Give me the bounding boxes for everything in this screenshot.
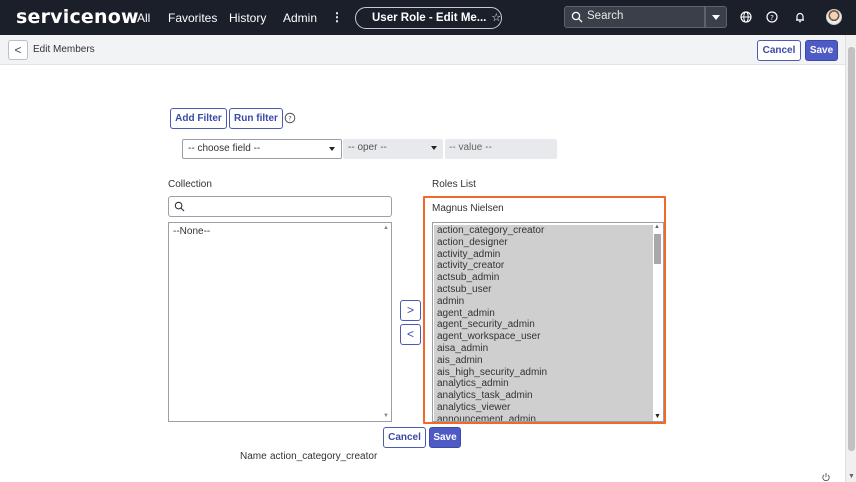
page-scrollbar[interactable]: ▼	[845, 35, 856, 482]
page-title: Edit Members	[33, 44, 95, 55]
run-filter-button[interactable]: Run filter	[229, 108, 283, 129]
choose-field-select[interactable]: -- choose field --	[182, 139, 342, 159]
star-icon[interactable]: ☆	[491, 12, 501, 24]
search-placeholder: Search	[587, 10, 624, 22]
save-button[interactable]: Save	[429, 427, 461, 448]
name-value: action_category_creator	[270, 451, 378, 462]
role-option[interactable]: admin	[434, 296, 653, 308]
nav-history[interactable]: History	[229, 11, 266, 25]
roles-list[interactable]: action_category_creator action_designer ac…	[432, 222, 664, 422]
scroll-down-icon[interactable]: ▼	[654, 413, 661, 420]
role-option[interactable]: action_category_creator	[434, 225, 653, 237]
collection-list[interactable]: --None-- ▲ ▼	[168, 222, 392, 422]
scroll-up-icon[interactable]: ▲	[654, 224, 660, 230]
role-option[interactable]: actsub_user	[434, 284, 653, 296]
collection-label: Collection	[168, 179, 212, 190]
name-label: Name	[240, 451, 267, 462]
top-nav: servicenow All Favorites History Admin ⋮…	[0, 0, 856, 35]
role-option[interactable]: action_designer	[434, 237, 653, 249]
add-filter-button[interactable]: Add Filter	[170, 108, 227, 129]
role-option[interactable]: activity_creator	[434, 260, 653, 272]
search-scope-dropdown[interactable]	[705, 6, 727, 28]
remove-from-roles-button[interactable]: <	[400, 324, 421, 345]
role-option[interactable]: analytics_admin	[434, 378, 653, 390]
roles-list-label: Roles List	[432, 179, 476, 190]
global-search-input[interactable]: Search	[564, 6, 705, 28]
role-option[interactable]: agent_security_admin	[434, 319, 653, 331]
search-icon	[174, 201, 185, 212]
role-option[interactable]: announcement_admin	[434, 414, 653, 421]
context-tab-title: User Role - Edit Me...	[372, 12, 487, 24]
scroll-up-icon[interactable]: ▲	[383, 225, 389, 231]
role-option[interactable]: agent_admin	[434, 308, 653, 320]
role-option[interactable]: actsub_admin	[434, 272, 653, 284]
role-option[interactable]: analytics_viewer	[434, 402, 653, 414]
value-input[interactable]: -- value --	[445, 139, 557, 159]
svg-text:?: ?	[288, 115, 291, 123]
nav-admin[interactable]: Admin	[283, 11, 317, 25]
scroll-down-icon[interactable]: ▼	[383, 413, 389, 419]
nav-more-icon[interactable]: ⋮	[331, 10, 343, 24]
role-option[interactable]: ais_admin	[434, 355, 653, 367]
cancel-button-top[interactable]: Cancel	[757, 40, 801, 61]
roles-options[interactable]: action_category_creator action_designer ac…	[434, 225, 653, 421]
context-tab[interactable]: User Role - Edit Me... ☆	[355, 7, 502, 29]
operator-select[interactable]: -- oper --	[343, 139, 443, 159]
role-option[interactable]: activity_admin	[434, 249, 653, 261]
roles-user-name: Magnus Nielsen	[432, 203, 504, 214]
form-header: < Edit Members Cancel Save	[0, 35, 845, 65]
role-option[interactable]: ais_high_security_admin	[434, 367, 653, 379]
list-item[interactable]: --None--	[173, 226, 210, 237]
svg-text:?: ?	[770, 14, 774, 22]
help-icon[interactable]: ?	[765, 10, 779, 24]
filter-help-icon[interactable]: ?	[284, 112, 296, 124]
role-option[interactable]: agent_workspace_user	[434, 331, 653, 343]
page-scrollbar-thumb[interactable]	[848, 47, 855, 451]
collection-search-input[interactable]	[168, 196, 392, 217]
globe-icon[interactable]	[739, 10, 753, 24]
power-icon[interactable]	[821, 472, 831, 482]
role-option[interactable]: aisa_admin	[434, 343, 653, 355]
cancel-button[interactable]: Cancel	[383, 427, 426, 448]
add-to-roles-button[interactable]: >	[400, 300, 421, 321]
scroll-down-icon[interactable]: ▼	[848, 473, 855, 480]
search-icon	[571, 11, 583, 23]
roles-scrollbar-thumb[interactable]	[654, 234, 661, 264]
roles-scrollbar[interactable]: ▲ ▼	[653, 224, 662, 420]
nav-all[interactable]: All	[137, 11, 150, 25]
nav-favorites[interactable]: Favorites	[168, 11, 217, 25]
save-button-top[interactable]: Save	[805, 40, 838, 61]
role-option[interactable]: analytics_task_admin	[434, 390, 653, 402]
notification-bell-icon[interactable]	[793, 10, 807, 24]
servicenow-logo[interactable]: servicenow	[16, 6, 139, 28]
user-avatar[interactable]	[826, 9, 842, 25]
back-button[interactable]: <	[8, 40, 28, 60]
